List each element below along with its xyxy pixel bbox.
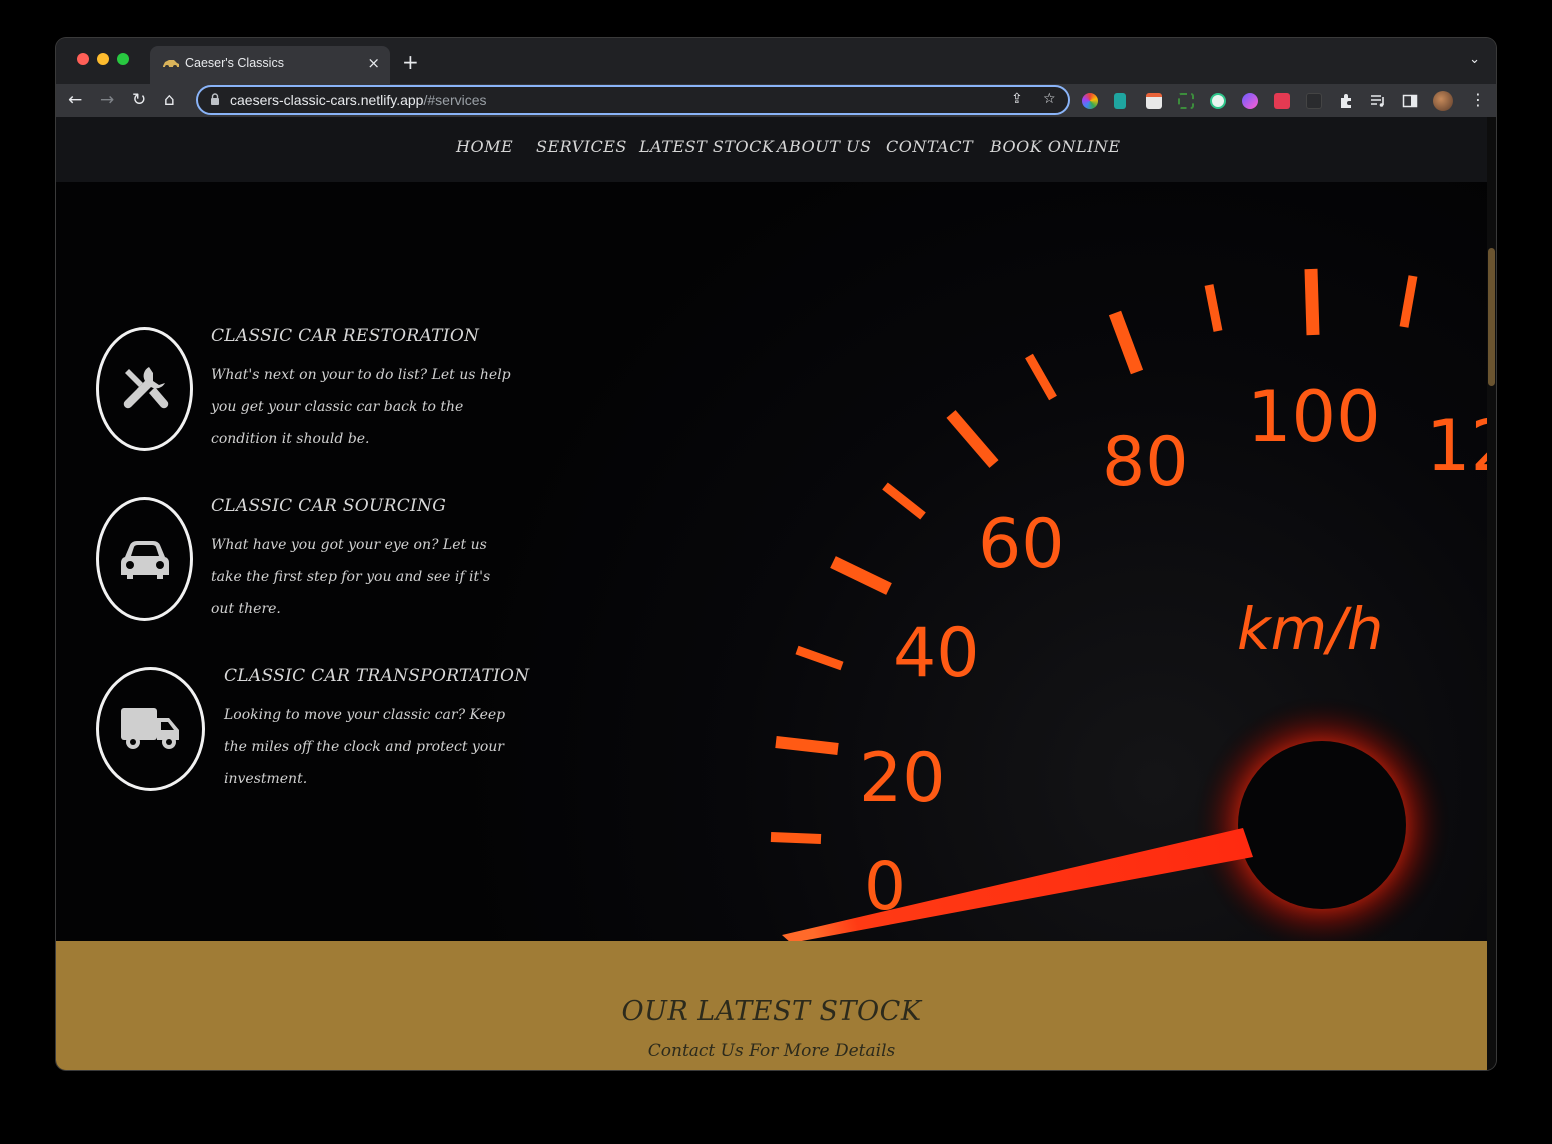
speed-label-20: 20 — [859, 739, 946, 818]
tab-strip: Caeser's Classics × + ⌄ — [56, 38, 1496, 84]
tools-icon — [123, 367, 168, 409]
bookmark-star-icon[interactable]: ☆ — [1043, 91, 1056, 107]
reload-button[interactable]: ↻ — [132, 90, 146, 110]
browser-menu-icon[interactable]: ⋮ — [1470, 90, 1486, 110]
tab-title: Caeser's Classics — [185, 56, 284, 70]
service-desc-line: What's next on your to do list? Let us h… — [211, 367, 511, 383]
speed-unit-label: km/h — [1237, 595, 1383, 663]
back-button[interactable]: ← — [68, 90, 82, 110]
service-desc-line: Looking to move your classic car? Keep — [224, 707, 506, 723]
scrollbar-thumb[interactable] — [1488, 248, 1495, 386]
close-window-button[interactable] — [77, 53, 89, 65]
tab-close-icon[interactable]: × — [367, 54, 380, 72]
json-extension-icon[interactable] — [1306, 93, 1322, 109]
service-desc-line: What have you got your eye on? Let us — [211, 537, 487, 553]
service-desc-line: you get your classic car back to the — [211, 399, 464, 415]
car-icon — [120, 541, 169, 579]
service-desc-transportation: Looking to move your classic car? Keep t… — [224, 699, 505, 795]
minimize-window-button[interactable] — [97, 53, 109, 65]
speed-label-120: 12 — [1426, 405, 1487, 487]
speed-label-80: 80 — [1102, 423, 1189, 502]
speed-label-100: 100 — [1247, 376, 1381, 458]
latest-stock-section: OUR LATEST STOCK Contact Us For More Det… — [56, 941, 1487, 1070]
browser-tab[interactable]: Caeser's Classics × — [150, 46, 390, 84]
page-viewport: HOME SERVICES LATEST STOCK ABOUT US CONT… — [56, 117, 1487, 1070]
side-panel-icon[interactable] — [1402, 93, 1418, 109]
service-desc-restoration: What's next on your to do list? Let us h… — [211, 359, 511, 455]
maximize-window-button[interactable] — [117, 53, 129, 65]
browser-window: Caeser's Classics × + ⌄ ← → ↻ ⌂ caesers-… — [56, 38, 1496, 1070]
nav-link-book-online[interactable]: BOOK ONLINE — [990, 137, 1121, 156]
profile-avatar[interactable] — [1433, 91, 1453, 111]
puzzle-icon[interactable] — [1338, 93, 1354, 109]
service-desc-line: investment. — [224, 771, 308, 787]
forward-button[interactable]: → — [100, 90, 114, 110]
speed-label-0: 0 — [864, 848, 906, 925]
home-button[interactable]: ⌂ — [164, 90, 175, 110]
media-controls-icon[interactable] — [1370, 93, 1386, 109]
color-picker-extension-icon[interactable] — [1082, 93, 1098, 109]
service-desc-sourcing: What have you got your eye on? Let us ta… — [211, 529, 490, 625]
restoration-icon-circle — [96, 327, 193, 451]
car-favicon-icon — [163, 60, 179, 69]
sourcing-icon-circle — [96, 497, 193, 621]
service-desc-line: take the first step for you and see if i… — [211, 569, 491, 585]
service-title-restoration: CLASSIC CAR RESTORATION — [211, 326, 480, 346]
site-navigation: HOME SERVICES LATEST STOCK ABOUT US CONT… — [56, 117, 1487, 182]
url-text: caesers-classic-cars.netlify.app/#servic… — [230, 92, 487, 108]
url-path: /#services — [423, 92, 487, 108]
wordpress-extension-icon[interactable] — [1210, 93, 1226, 109]
latest-stock-subtitle: Contact Us For More Details — [647, 1041, 896, 1061]
nav-link-services[interactable]: SERVICES — [536, 137, 627, 156]
latest-stock-title: OUR LATEST STOCK — [621, 996, 922, 1027]
service-title-transportation: CLASSIC CAR TRANSPORTATION — [224, 666, 530, 686]
service-desc-line: the miles off the clock and protect your — [224, 739, 504, 755]
speed-label-60: 60 — [978, 505, 1065, 584]
nav-link-latest-stock[interactable]: LATEST STOCK — [639, 137, 774, 156]
nav-link-home[interactable]: HOME — [456, 137, 513, 156]
share-icon[interactable]: ⇪ — [1011, 91, 1023, 107]
screenshot-extension-icon[interactable] — [1178, 93, 1194, 109]
extension-icon[interactable] — [1114, 93, 1126, 109]
grid-extension-icon[interactable] — [1274, 93, 1290, 109]
truck-icon — [120, 708, 179, 749]
speed-label-40: 40 — [893, 614, 980, 693]
service-desc-line: condition it should be. — [211, 431, 370, 447]
browser-toolbar: ← → ↻ ⌂ caesers-classic-cars.netlify.app… — [56, 84, 1496, 117]
service-title-sourcing: CLASSIC CAR SOURCING — [211, 496, 447, 516]
services-hero: 0 20 40 60 80 100 12 km/h — [56, 182, 1487, 941]
service-desc-line: out there. — [211, 601, 281, 617]
lock-icon — [211, 93, 219, 105]
tab-search-chevron-icon[interactable]: ⌄ — [1469, 52, 1480, 67]
address-bar[interactable]: caesers-classic-cars.netlify.app/#servic… — [196, 85, 1070, 115]
nav-link-contact[interactable]: CONTACT — [886, 137, 973, 156]
url-host: caesers-classic-cars.netlify.app — [230, 92, 424, 108]
nav-link-about-us[interactable]: ABOUT US — [777, 137, 871, 156]
palette-extension-icon[interactable] — [1242, 93, 1258, 109]
new-tab-button[interactable]: + — [402, 50, 419, 74]
calendar-extension-icon[interactable] — [1146, 93, 1162, 109]
transportation-icon-circle — [96, 667, 205, 791]
